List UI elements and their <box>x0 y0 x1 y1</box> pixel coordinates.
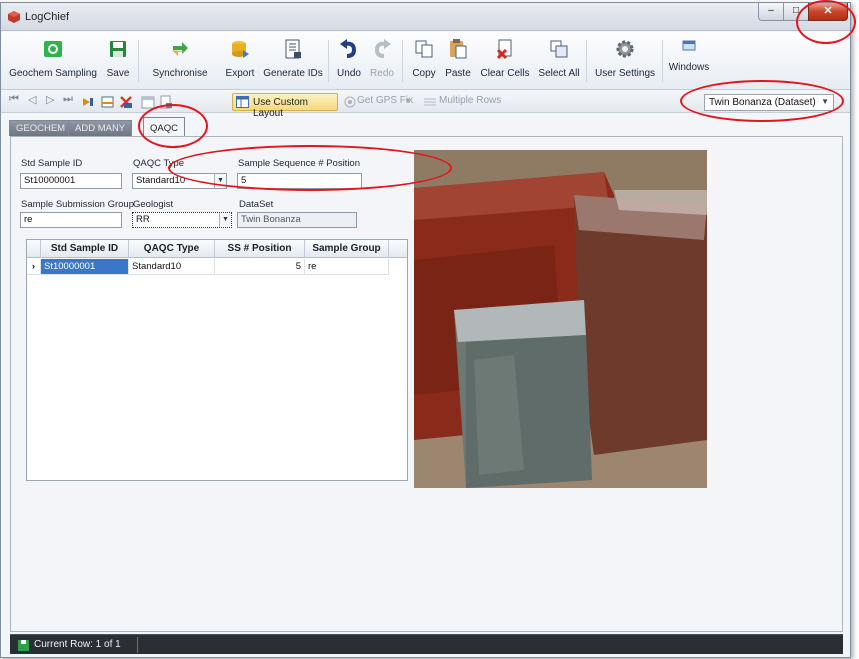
redo-button[interactable]: Redo <box>366 36 398 86</box>
submission-group-field[interactable]: re <box>20 212 122 228</box>
column-header-qaqc-type[interactable]: QAQC Type <box>129 240 215 258</box>
geologist-label: Geologist <box>133 199 174 210</box>
cell-sample-group[interactable]: re <box>305 259 389 275</box>
new-record-icon[interactable] <box>81 95 95 109</box>
paste-button[interactable]: Paste <box>441 36 475 86</box>
save-button[interactable]: Save <box>101 36 135 86</box>
paste-icon <box>450 39 467 59</box>
submission-group-label: Sample Submission Group <box>21 199 134 210</box>
undo-icon <box>340 39 357 58</box>
row-indicator[interactable]: › <box>27 259 41 275</box>
dataset-label: DataSet <box>239 199 274 210</box>
generate-id-small-icon[interactable] <box>159 95 173 109</box>
gps-icon <box>344 96 356 108</box>
ribbon-separator <box>662 40 663 82</box>
select-all-icon <box>550 40 568 58</box>
export-button[interactable]: Export <box>221 36 259 86</box>
tab-qaqc[interactable]: QAQC <box>143 117 185 137</box>
status-separator <box>137 637 138 653</box>
windows-button[interactable]: Windows <box>665 36 713 86</box>
qaqc-type-dropdown[interactable]: Standard10 ▼ <box>132 173 227 189</box>
last-record-icon[interactable]: ⏭ <box>63 93 77 107</box>
clear-cells-icon <box>496 39 512 60</box>
redo-icon <box>374 39 391 58</box>
row-indicator-header <box>27 240 41 258</box>
column-header-sample-group[interactable]: Sample Group <box>305 240 389 258</box>
clear-cells-button[interactable]: Clear Cells <box>475 36 535 86</box>
dataset-field: Twin Bonanza <box>237 212 357 228</box>
copy-button[interactable]: Copy <box>407 36 441 86</box>
tab-add-many[interactable]: ADD MANY <box>68 120 133 136</box>
first-record-icon[interactable]: ⏮ <box>9 93 23 107</box>
std-sample-id-field[interactable]: St10000001 <box>20 173 122 189</box>
geochem-sampling-icon <box>44 41 62 57</box>
generate-ids-icon <box>285 39 301 59</box>
ribbon-separator <box>138 40 139 82</box>
synchronise-icon <box>172 42 188 56</box>
title-bar: LogChief – □ ✕ <box>1 3 850 31</box>
close-button[interactable]: ✕ <box>808 3 848 21</box>
window-title: LogChief <box>25 11 70 23</box>
cell-ss-position[interactable]: 5 <box>215 259 305 275</box>
export-icon <box>232 41 249 58</box>
qaqc-panel: Std Sample ID St10000001 QAQC Type Stand… <box>10 136 843 632</box>
sample-sequence-label: Sample Sequence # Position <box>238 158 360 169</box>
dataset-dropdown[interactable]: Twin Bonanza (Dataset) ▼ <box>704 94 834 111</box>
logchief-logo-icon <box>8 11 20 23</box>
chevron-down-icon: ▼ <box>821 97 829 106</box>
chevron-down-icon: ▼ <box>219 213 231 227</box>
undo-button[interactable]: Undo <box>333 36 365 86</box>
multiple-rows-button[interactable]: Multiple Rows <box>439 95 501 106</box>
get-gps-fix-button[interactable]: Get GPS Fix <box>357 95 413 106</box>
std-sample-id-label: Std Sample ID <box>21 158 83 169</box>
standard-sample-photo <box>414 150 707 488</box>
current-row-status: Current Row: 1 of 1 <box>34 639 121 650</box>
ribbon-toolbar: Geochem Sampling Save Synchronise Export… <box>1 32 850 90</box>
copy-icon <box>415 40 433 58</box>
gear-icon <box>616 40 634 58</box>
qaqc-grid: Std Sample ID QAQC Type SS # Position Sa… <box>26 239 408 481</box>
select-all-button[interactable]: Select All <box>535 36 583 86</box>
delete-row-icon[interactable] <box>119 95 133 109</box>
qaqc-type-label: QAQC Type <box>133 158 185 169</box>
geochem-sampling-button[interactable]: Geochem Sampling <box>5 36 101 86</box>
minimize-button[interactable]: – <box>758 3 784 21</box>
ribbon-separator <box>328 40 329 82</box>
calendar-icon[interactable] <box>141 95 155 109</box>
windows-icon <box>682 40 696 51</box>
generate-ids-button[interactable]: Generate IDs <box>261 36 325 86</box>
geologist-dropdown[interactable]: RR ▼ <box>132 212 232 228</box>
user-settings-button[interactable]: User Settings <box>589 36 661 86</box>
previous-record-icon[interactable]: ◁ <box>28 93 42 107</box>
save-icon <box>110 41 126 57</box>
app-window: LogChief – □ ✕ Geochem Sampling Save Syn… <box>0 2 851 658</box>
table-row[interactable]: › St10000001 Standard10 5 re <box>27 259 407 275</box>
sample-sequence-field[interactable]: 5 <box>237 173 362 189</box>
gps-dropdown-arrow-icon[interactable]: ▾ <box>406 96 410 105</box>
navigation-toolbar: ⏮ ◁ ▷ ⏭ Use Custom Layout Get GPS Fix ▾ … <box>1 91 850 119</box>
status-bar: Current Row: 1 of 1 <box>10 634 843 654</box>
save-status-icon <box>18 640 29 651</box>
next-record-icon[interactable]: ▷ <box>46 93 60 107</box>
use-custom-layout-button[interactable]: Use Custom Layout <box>232 93 338 119</box>
ribbon-separator <box>586 40 587 82</box>
column-header-ss-position[interactable]: SS # Position <box>215 240 305 258</box>
cell-std-sample-id[interactable]: St10000001 <box>41 259 129 275</box>
multiple-rows-icon <box>424 98 436 106</box>
cell-qaqc-type[interactable]: Standard10 <box>129 259 215 275</box>
layout-icon <box>236 96 249 108</box>
synchronise-button[interactable]: Synchronise <box>141 36 219 86</box>
maximize-button[interactable]: □ <box>783 3 809 21</box>
tab-geochem[interactable]: GEOCHEM <box>9 120 73 136</box>
add-row-icon[interactable] <box>101 95 115 109</box>
tab-bar: GEOCHEM ADD MANY QAQC <box>1 114 850 137</box>
ribbon-separator <box>402 40 403 82</box>
column-header-std-sample-id[interactable]: Std Sample ID <box>41 240 129 258</box>
grid-header: Std Sample ID QAQC Type SS # Position Sa… <box>27 240 407 258</box>
chevron-down-icon: ▼ <box>214 174 226 188</box>
